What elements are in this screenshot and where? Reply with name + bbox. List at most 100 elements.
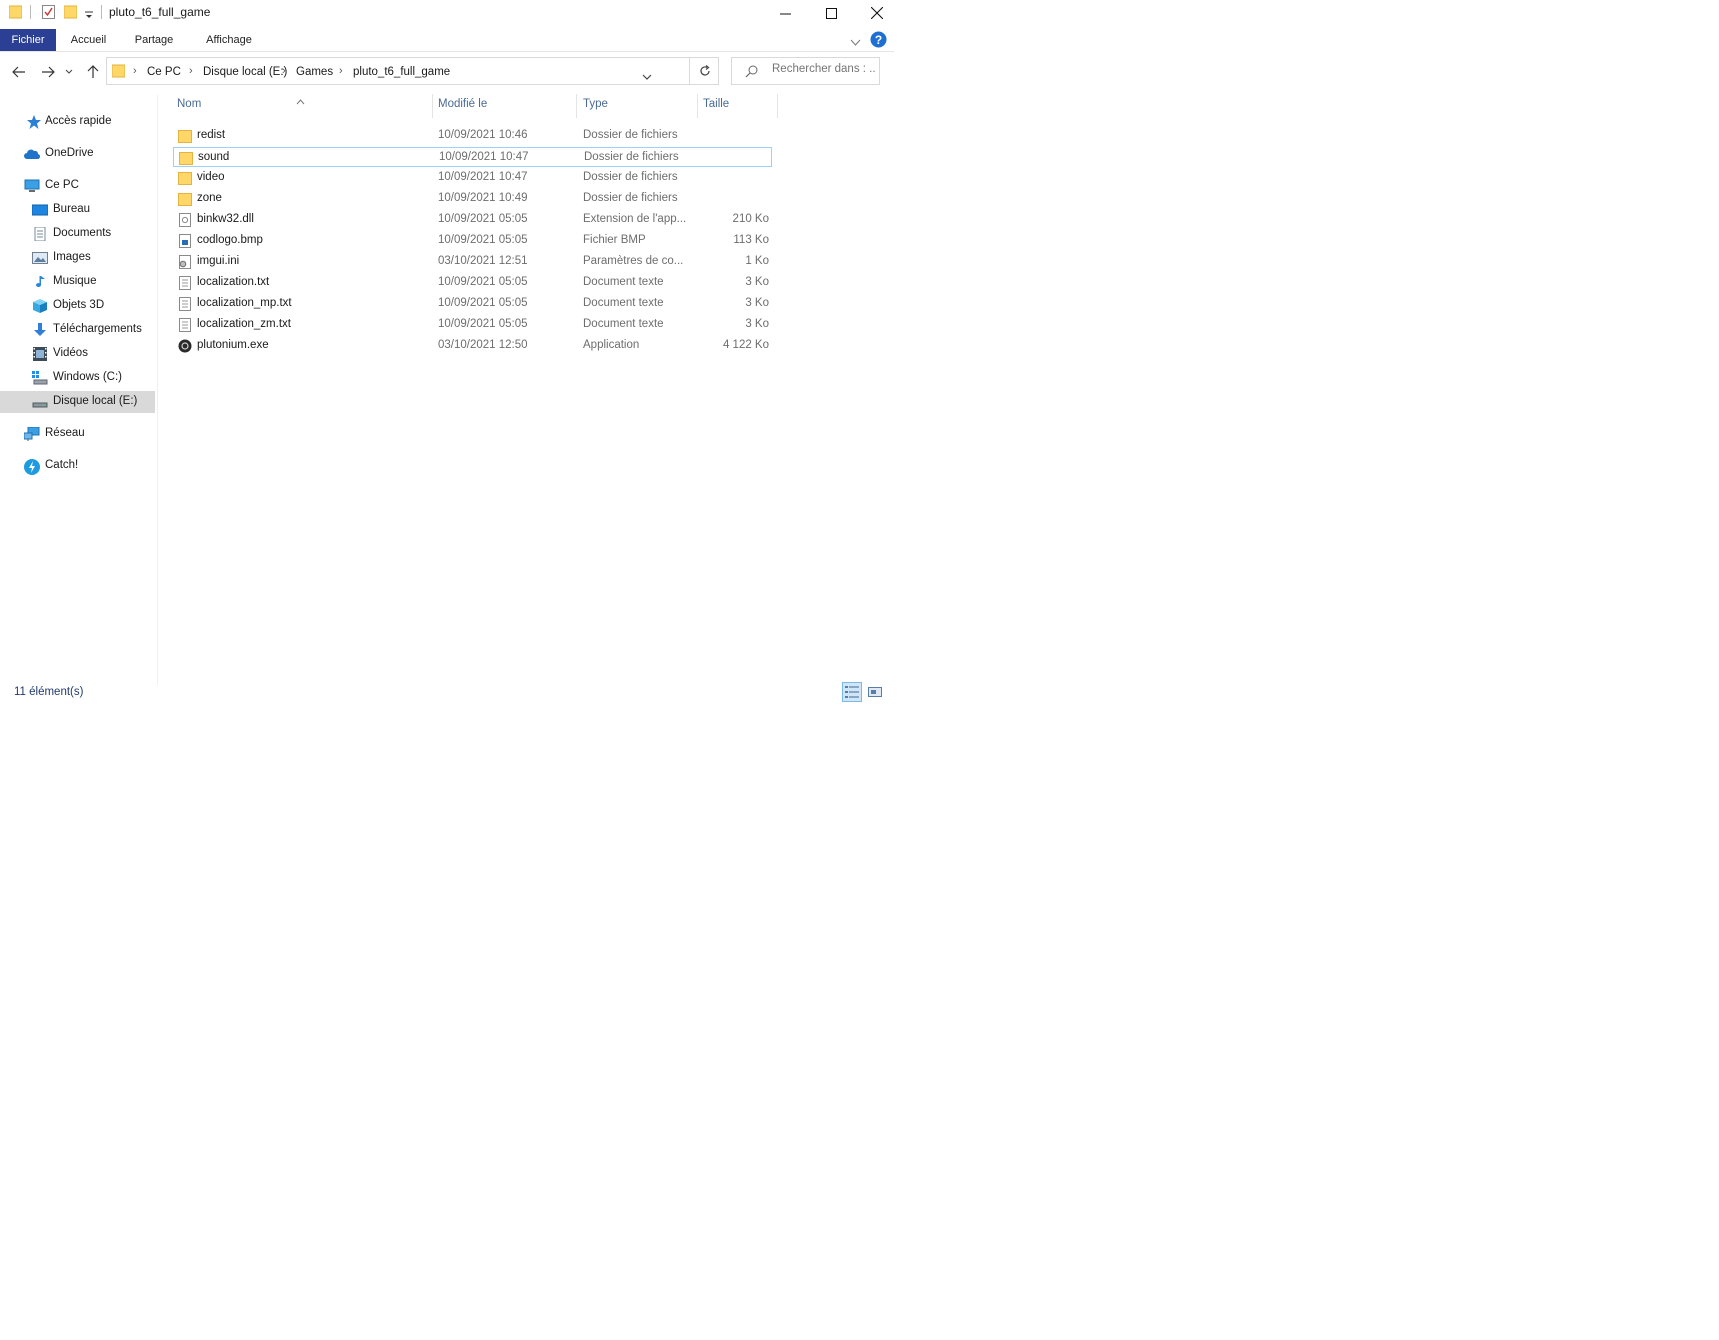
breadcrumb-games[interactable]: Games: [296, 66, 333, 78]
sidebar-item-label: Documents: [53, 227, 112, 239]
file-row[interactable]: codlogo.bmp 10/09/2021 05:05 Fichier BMP…: [173, 231, 772, 251]
file-modified: 10/09/2021 10:49: [438, 192, 528, 204]
file-row[interactable]: imgui.ini 03/10/2021 12:51 Paramètres de…: [173, 252, 772, 272]
column-header-size[interactable]: Taille: [703, 98, 729, 110]
column-header-modified[interactable]: Modifié le: [438, 98, 487, 110]
sidebar-item-telechargements[interactable]: Téléchargements: [0, 319, 155, 341]
tab-fichier[interactable]: Fichier: [0, 29, 56, 51]
sidebar-item-reseau[interactable]: Réseau: [0, 423, 155, 445]
sidebar-item-documents[interactable]: Documents: [0, 223, 155, 245]
maximize-button[interactable]: [808, 0, 854, 26]
breadcrumb-separator[interactable]: ›: [133, 65, 137, 77]
file-row[interactable]: localization_zm.txt 10/09/2021 05:05 Doc…: [173, 315, 772, 335]
file-type: Document texte: [583, 318, 664, 330]
sidebar-item-ce-pc[interactable]: Ce PC: [0, 175, 155, 197]
customize-quick-access-icon[interactable]: [84, 7, 97, 21]
bmp-icon: [178, 234, 192, 248]
computer-icon: [24, 179, 40, 193]
file-modified: 03/10/2021 12:51: [438, 255, 528, 267]
sidebar-item-objets-3d[interactable]: Objets 3D: [0, 295, 155, 317]
file-type: Dossier de fichiers: [583, 171, 678, 183]
text-file-icon: [178, 297, 192, 311]
recent-locations-button[interactable]: [62, 61, 76, 83]
file-row[interactable]: redist 10/09/2021 10:46 Dossier de fichi…: [173, 126, 772, 146]
images-icon: [32, 251, 48, 265]
file-type: Paramètres de co...: [583, 255, 684, 267]
close-button[interactable]: [854, 0, 900, 26]
address-history-chevron-icon[interactable]: [642, 68, 652, 86]
breadcrumb-separator[interactable]: ›: [189, 65, 193, 77]
tab-accueil[interactable]: Accueil: [60, 29, 117, 51]
file-row[interactable]: binkw32.dll 10/09/2021 05:05 Extension d…: [173, 210, 772, 230]
file-name: imgui.ini: [197, 255, 240, 267]
address-bar[interactable]: › Ce PC › Disque local (E:) › Games › pl…: [106, 57, 719, 85]
column-header-name[interactable]: Nom: [177, 98, 201, 110]
help-icon[interactable]: ?: [870, 31, 887, 53]
details-view-button[interactable]: [842, 682, 862, 702]
file-row[interactable]: sound 10/09/2021 10:47 Dossier de fichie…: [173, 147, 772, 167]
file-row[interactable]: plutonium.exe 03/10/2021 12:50 Applicati…: [173, 336, 772, 356]
properties-icon[interactable]: [42, 5, 55, 19]
file-type: Application: [583, 339, 640, 351]
new-folder-icon[interactable]: [63, 5, 78, 19]
column-divider[interactable]: [697, 94, 698, 118]
file-row[interactable]: localization.txt 10/09/2021 05:05 Docume…: [173, 273, 772, 293]
file-modified: 10/09/2021 05:05: [438, 318, 528, 330]
minimize-button[interactable]: [762, 0, 808, 26]
file-type: Document texte: [583, 297, 664, 309]
sidebar-item-windows-c[interactable]: Windows (C:): [0, 367, 155, 389]
sidebar-item-videos[interactable]: Vidéos: [0, 343, 155, 365]
large-icons-view-button[interactable]: [865, 682, 885, 702]
breadcrumb-ce-pc[interactable]: Ce PC: [147, 66, 181, 78]
sidebar-item-musique[interactable]: Musique: [0, 271, 155, 293]
sidebar-item-catch[interactable]: Catch!: [0, 455, 155, 477]
breadcrumb-disque-local[interactable]: Disque local (E:): [203, 66, 287, 78]
title-divider: [101, 5, 102, 19]
file-row[interactable]: localization_mp.txt 10/09/2021 05:05 Doc…: [173, 294, 772, 314]
breadcrumb-current-folder[interactable]: pluto_t6_full_game: [353, 66, 450, 78]
sidebar-item-disque-local-e[interactable]: Disque local (E:): [0, 391, 155, 413]
search-box[interactable]: [731, 57, 880, 85]
catch-icon: [24, 459, 40, 475]
file-name: redist: [197, 129, 226, 141]
details-view-icon: [845, 686, 859, 698]
file-name: plutonium.exe: [197, 339, 269, 351]
file-type: Dossier de fichiers: [584, 151, 679, 163]
tab-affichage[interactable]: Affichage: [194, 29, 264, 51]
forward-button[interactable]: [37, 61, 59, 83]
quick-access-divider: [30, 5, 31, 19]
sidebar-item-label: Accès rapide: [45, 115, 112, 127]
column-divider[interactable]: [777, 94, 778, 118]
sidebar-item-label: Vidéos: [53, 347, 88, 359]
sidebar-item-onedrive[interactable]: OneDrive: [0, 143, 155, 165]
file-size: 3 Ko: [745, 276, 769, 288]
sidebar-item-label: Bureau: [53, 203, 91, 215]
maximize-icon: [825, 7, 837, 19]
sidebar-item-bureau[interactable]: Bureau: [0, 199, 155, 221]
cube-icon: [32, 299, 48, 313]
file-size: 113 Ko: [733, 234, 769, 246]
breadcrumb-separator[interactable]: ›: [339, 65, 343, 77]
column-divider[interactable]: [432, 94, 433, 118]
video-icon: [32, 347, 48, 361]
sidebar-item-images[interactable]: Images: [0, 247, 155, 269]
breadcrumb-separator[interactable]: ›: [282, 65, 286, 77]
tab-partage[interactable]: Partage: [126, 29, 182, 51]
expand-ribbon-icon[interactable]: [850, 34, 861, 52]
file-modified: 03/10/2021 12:50: [438, 339, 528, 351]
back-button[interactable]: [8, 61, 30, 83]
folder-icon[interactable]: [8, 5, 23, 19]
column-header-type[interactable]: Type: [583, 98, 608, 110]
sidebar-item-acces-rapide[interactable]: Accès rapide: [0, 111, 155, 133]
search-icon: [745, 65, 758, 83]
documents-icon: [32, 226, 48, 242]
file-type: Dossier de fichiers: [583, 129, 678, 141]
navigation-pane[interactable]: Accès rapide OneDrive Ce PC Bureau Docum…: [0, 95, 158, 685]
search-input[interactable]: [772, 63, 876, 75]
column-divider[interactable]: [576, 94, 577, 118]
file-row[interactable]: video 10/09/2021 10:47 Dossier de fichie…: [173, 168, 772, 188]
file-row[interactable]: zone 10/09/2021 10:49 Dossier de fichier…: [173, 189, 772, 209]
refresh-button[interactable]: [689, 57, 719, 85]
minimize-icon: [779, 13, 791, 14]
up-button[interactable]: [82, 61, 104, 83]
